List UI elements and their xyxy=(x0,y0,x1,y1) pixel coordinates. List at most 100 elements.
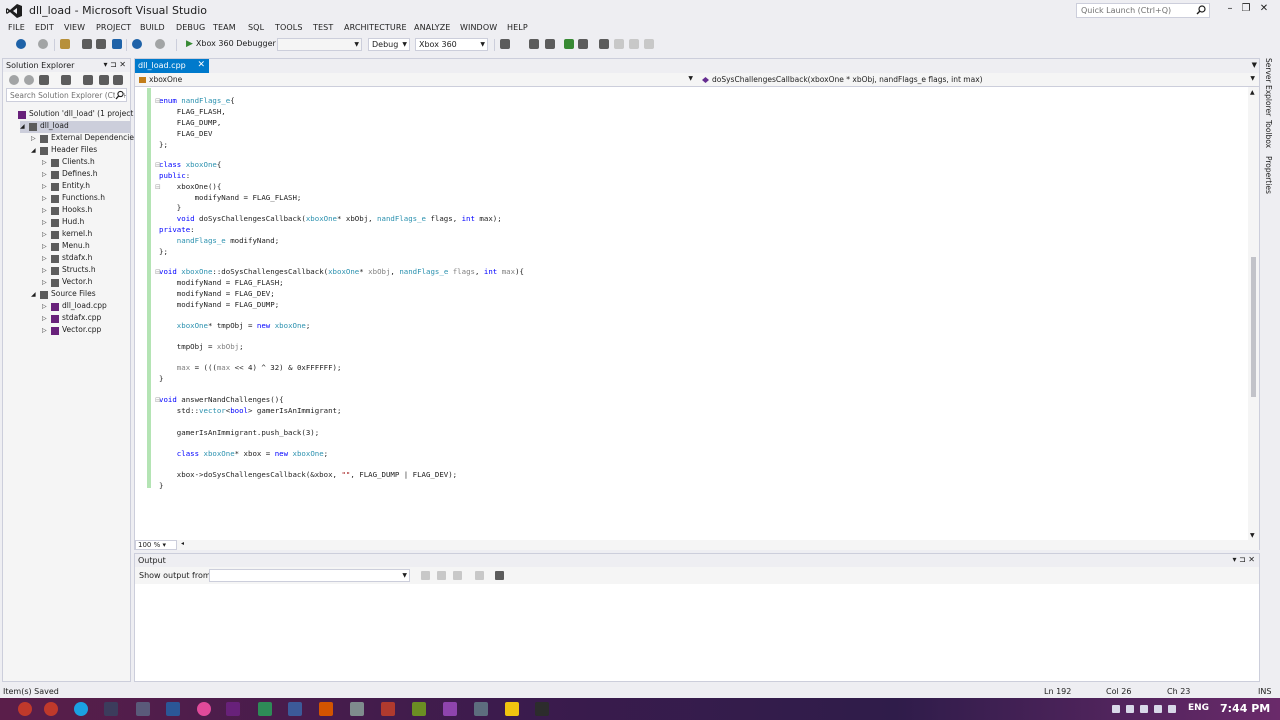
properties-icon[interactable] xyxy=(113,75,123,85)
collapse-all-icon[interactable] xyxy=(99,75,109,85)
collapsed-triangle-icon[interactable]: ▷ xyxy=(42,267,51,274)
collapsed-triangle-icon[interactable]: ▷ xyxy=(42,207,51,214)
app-icon[interactable] xyxy=(412,702,426,716)
sync-icon[interactable] xyxy=(61,75,71,85)
app-icon[interactable] xyxy=(535,702,549,716)
maximize-button[interactable]: ❐ xyxy=(1236,3,1256,17)
quick-launch-input[interactable]: Quick Launch (Ctrl+Q) xyxy=(1076,3,1210,18)
zoom-combo[interactable]: 100 % ▾ xyxy=(135,540,177,550)
tree-item[interactable]: ▷ Entity.h xyxy=(42,181,130,193)
find-message-icon[interactable] xyxy=(421,571,430,580)
app-icon[interactable] xyxy=(18,702,32,716)
tree-item[interactable]: ◢ Header Files xyxy=(31,145,130,157)
scrollbar-thumb[interactable] xyxy=(1251,257,1256,397)
start-debugging-button[interactable]: ▶Xbox 360 Debugger ▾ xyxy=(186,39,282,49)
tree-item[interactable]: ▷ Defines.h xyxy=(42,169,130,181)
side-tab-properties[interactable]: Properties xyxy=(1264,156,1273,194)
back-icon[interactable] xyxy=(9,75,19,85)
scope-dropdown[interactable]: xboxOne ▼ xyxy=(137,74,695,86)
tree-item[interactable]: ▷ Clients.h xyxy=(42,157,130,169)
next-message-icon[interactable] xyxy=(453,571,462,580)
redo-icon[interactable] xyxy=(155,39,165,49)
menu-analyze[interactable]: ANALYZE xyxy=(414,23,450,32)
menu-team[interactable]: TEAM xyxy=(213,23,236,32)
attach-process-icon[interactable] xyxy=(529,39,539,49)
prev-message-icon[interactable] xyxy=(437,571,446,580)
platform-combo[interactable]: Xbox 360 ▼ xyxy=(415,38,488,51)
menu-sql[interactable]: SQL xyxy=(248,23,264,32)
tree-item[interactable]: ▷ kernel.h xyxy=(42,229,130,241)
code-text-area[interactable]: enum nandFlags_e{ FLAG_FLASH, FLAG_DUMP,… xyxy=(135,88,1247,541)
collapse-outline-icon[interactable]: ⊟ xyxy=(155,97,163,105)
menu-architecture[interactable]: ARCHITECTURE xyxy=(344,23,407,32)
menu-window[interactable]: WINDOW xyxy=(460,23,497,32)
menu-build[interactable]: BUILD xyxy=(140,23,165,32)
menu-file[interactable]: FILE xyxy=(8,23,25,32)
collapsed-triangle-icon[interactable]: ▷ xyxy=(42,159,51,166)
expanded-triangle-icon[interactable]: ◢ xyxy=(20,123,29,130)
app-icon[interactable] xyxy=(350,702,364,716)
tray-flag-icon[interactable] xyxy=(1126,705,1134,713)
tab-overflow-chevron-icon[interactable]: ▼ xyxy=(1252,61,1257,69)
document-tab[interactable]: dll_load.cpp ✕ xyxy=(135,59,209,73)
tree-item[interactable]: ▷ Hooks.h xyxy=(42,205,130,217)
save-all-icon[interactable] xyxy=(96,39,106,49)
app-icon[interactable] xyxy=(136,702,150,716)
collapsed-triangle-icon[interactable]: ▷ xyxy=(42,315,51,322)
tray-power-icon[interactable] xyxy=(1168,705,1176,713)
tree-item[interactable]: ◢ dll_load xyxy=(20,121,130,133)
tree-item[interactable]: ▷ Hud.h xyxy=(42,217,130,229)
close-window-button[interactable]: ✕ xyxy=(1254,3,1274,17)
tree-item[interactable]: ▷ Functions.h xyxy=(42,193,130,205)
expanded-triangle-icon[interactable]: ◢ xyxy=(31,147,40,154)
tree-item[interactable]: ▷ External Dependencies xyxy=(31,133,138,145)
panel-window-buttons[interactable]: ▾ ⊐ ✕ xyxy=(103,60,126,69)
bookmark-next-icon[interactable] xyxy=(599,39,609,49)
system-clock[interactable]: 7:44 PM xyxy=(1220,702,1270,715)
app-icon[interactable] xyxy=(474,702,488,716)
collapsed-triangle-icon[interactable]: ▷ xyxy=(42,255,51,262)
tree-item[interactable]: ▷ Vector.cpp xyxy=(42,325,130,337)
tray-network-icon[interactable] xyxy=(1140,705,1148,713)
tray-volume-icon[interactable] xyxy=(1154,705,1162,713)
save-all-stack-icon[interactable] xyxy=(112,39,122,49)
collapsed-triangle-icon[interactable]: ▷ xyxy=(42,231,51,238)
navigate-back-icon[interactable] xyxy=(16,39,26,49)
tree-item[interactable]: ▷ Structs.h xyxy=(42,265,130,277)
bookmark-folder-icon[interactable] xyxy=(614,39,624,49)
tree-item[interactable]: ◢ Source Files xyxy=(31,289,130,301)
home-icon[interactable] xyxy=(39,75,49,85)
collapsed-triangle-icon[interactable]: ▷ xyxy=(31,135,40,142)
scroll-down-icon[interactable]: ▼ xyxy=(1250,532,1255,539)
collapsed-triangle-icon[interactable]: ▷ xyxy=(42,243,51,250)
collapse-outline-icon[interactable]: ⊟ xyxy=(155,161,163,169)
menu-debug[interactable]: DEBUG xyxy=(176,23,205,32)
undo-icon[interactable] xyxy=(132,39,142,49)
word-wrap-icon[interactable] xyxy=(495,571,504,580)
tree-item[interactable]: ▷ Menu.h xyxy=(42,241,130,253)
bookmark-clear-icon[interactable] xyxy=(629,39,639,49)
app-icon[interactable] xyxy=(288,702,302,716)
tray-up-arrow-icon[interactable] xyxy=(1112,705,1120,713)
configuration-combo[interactable]: Debug ▼ xyxy=(368,38,410,51)
tree-item[interactable]: ▷ dll_load.cpp xyxy=(42,301,130,313)
scroll-left-icon[interactable]: ◂ xyxy=(181,540,184,547)
solution-explorer-search-input[interactable]: Search Solution Explorer (Ctrl+;) xyxy=(6,88,127,102)
collapse-outline-icon[interactable]: ⊟ xyxy=(155,183,163,191)
bookmark-toggle-icon[interactable] xyxy=(644,39,654,49)
collapse-outline-icon[interactable]: ⊟ xyxy=(155,396,163,404)
collapsed-triangle-icon[interactable]: ▷ xyxy=(42,327,51,334)
close-tab-button[interactable]: ✕ xyxy=(197,60,205,70)
scroll-up-icon[interactable]: ▲ xyxy=(1250,89,1255,96)
tree-item[interactable]: ▷ Vector.h xyxy=(42,277,130,289)
side-tab-toolbox[interactable]: Toolbox xyxy=(1264,120,1273,148)
menu-project[interactable]: PROJECT xyxy=(96,23,131,32)
member-dropdown[interactable]: doSysChallengesCallback(xboxOne * xbObj,… xyxy=(700,74,1257,86)
app-icon[interactable] xyxy=(505,702,519,716)
app-icon[interactable] xyxy=(381,702,395,716)
collapsed-triangle-icon[interactable]: ▷ xyxy=(42,183,51,190)
collapse-outline-icon[interactable]: ⊟ xyxy=(155,268,163,276)
refresh-icon[interactable] xyxy=(83,75,93,85)
app-icon[interactable] xyxy=(197,702,211,716)
find-in-files-icon[interactable] xyxy=(500,39,510,49)
